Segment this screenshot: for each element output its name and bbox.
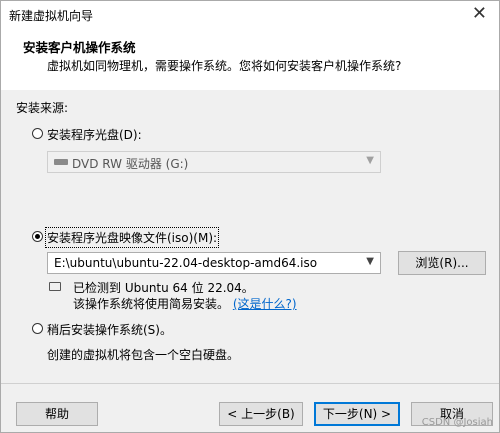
back-button[interactable]: < 上一步(B) bbox=[219, 402, 303, 426]
easy-install-label: 该操作系统将使用简易安装。 bbox=[73, 297, 230, 311]
disc-drive-value: DVD RW 驱动器 (G:) bbox=[72, 157, 189, 171]
header-divider bbox=[1, 89, 499, 90]
window-title: 新建虚拟机向导 bbox=[9, 9, 94, 23]
iso-path-combobox[interactable]: E:\ubuntu\ubuntu-22.04-desktop-amd64.iso… bbox=[47, 252, 381, 274]
what-is-this-link[interactable]: (这是什么?) bbox=[233, 297, 297, 311]
radio-disc[interactable] bbox=[32, 128, 43, 139]
wizard-header: 安装客户机操作系统 虚拟机如同物理机，需要操作系统。您将如何安装客户机操作系统? bbox=[1, 29, 499, 90]
help-button[interactable]: 帮助 bbox=[16, 402, 98, 426]
browse-button[interactable]: 浏览(R)... bbox=[398, 251, 486, 275]
footer-divider bbox=[1, 383, 499, 384]
page-subtitle: 虚拟机如同物理机，需要操作系统。您将如何安装客户机操作系统? bbox=[47, 59, 402, 73]
easy-install-text: 该操作系统将使用简易安装。 (这是什么?) bbox=[73, 295, 297, 312]
install-source-label: 安装来源: bbox=[16, 101, 69, 115]
chevron-down-icon[interactable]: ▼ bbox=[366, 256, 374, 267]
disc-drive-select: DVD RW 驱动器 (G:) ▼ bbox=[47, 151, 381, 173]
radio-iso-label[interactable]: 安装程序光盘映像文件(iso)(M): bbox=[44, 227, 220, 248]
next-button[interactable]: 下一步(N) > bbox=[314, 402, 400, 426]
later-description: 创建的虚拟机将包含一个空白硬盘。 bbox=[47, 348, 240, 362]
close-icon[interactable]: ✕ bbox=[472, 3, 487, 24]
title-bar: 新建虚拟机向导 ✕ bbox=[1, 1, 499, 29]
detected-os-text: 已检测到 Ubuntu 64 位 22.04。 bbox=[73, 281, 254, 295]
new-vm-wizard-window: 新建虚拟机向导 ✕ 安装客户机操作系统 虚拟机如同物理机，需要操作系统。您将如何… bbox=[0, 0, 500, 433]
radio-disc-label[interactable]: 安装程序光盘(D): bbox=[47, 126, 142, 143]
info-speech-icon bbox=[49, 282, 61, 291]
disc-drive-icon bbox=[54, 159, 68, 165]
page-title: 安装客户机操作系统 bbox=[23, 40, 136, 55]
radio-later[interactable] bbox=[32, 323, 43, 334]
chevron-down-icon: ▼ bbox=[366, 155, 374, 166]
radio-later-label[interactable]: 稍后安装操作系统(S)。 bbox=[47, 321, 172, 338]
watermark: CSDN @Josiah bbox=[421, 417, 493, 428]
radio-iso[interactable] bbox=[32, 231, 43, 242]
iso-path-value[interactable]: E:\ubuntu\ubuntu-22.04-desktop-amd64.iso bbox=[54, 256, 317, 270]
